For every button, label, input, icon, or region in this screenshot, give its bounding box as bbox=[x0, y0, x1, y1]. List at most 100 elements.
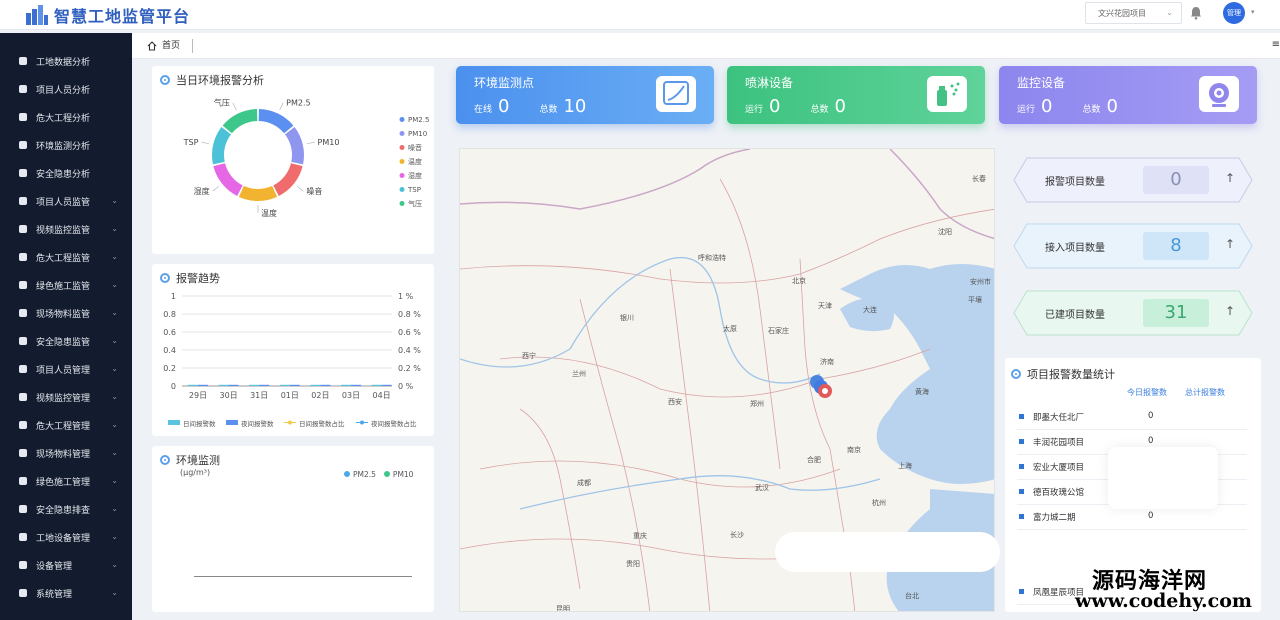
counter-connected-projects[interactable]: 接入项目数量 8 ↑ bbox=[1013, 223, 1253, 269]
sidebar-item[interactable]: 设备管理 ⌄ bbox=[0, 551, 132, 579]
document-icon bbox=[18, 56, 28, 66]
legend-label[interactable]: 噪音 bbox=[408, 143, 422, 152]
sidebar: 工地数据分析 项目人员分析 危大工程分析 环境监测分析 安全隐患分析 项目人员监管 ⌄ 视频监… bbox=[0, 33, 132, 620]
panel-title: 项目报警数量统计 bbox=[1011, 366, 1115, 382]
alarm-count: 0 bbox=[1148, 411, 1154, 421]
tab-total-alarms[interactable]: 总计报警数 bbox=[1185, 387, 1225, 398]
donut-slice[interactable] bbox=[285, 127, 304, 165]
sidebar-item[interactable]: 绿色施工管理 ⌄ bbox=[0, 467, 132, 495]
donut-slice[interactable] bbox=[238, 185, 278, 201]
sidebar-item[interactable]: 危大工程管理 ⌄ bbox=[0, 411, 132, 439]
legend-label[interactable]: 日间报警数占比 bbox=[299, 419, 345, 428]
counter-built-projects[interactable]: 已建项目数量 31 ↑ bbox=[1013, 290, 1253, 336]
sidebar-item[interactable]: 视频监控监管 ⌄ bbox=[0, 215, 132, 243]
legend-label[interactable]: TSP bbox=[407, 186, 421, 194]
sidebar-item[interactable]: 绿色施工监管 ⌄ bbox=[0, 271, 132, 299]
sidebar-item[interactable]: 工地设备管理 ⌄ bbox=[0, 523, 132, 551]
sidebar-item[interactable]: 系统管理 ⌄ bbox=[0, 579, 132, 607]
chevron-down-icon: ⌄ bbox=[111, 504, 118, 513]
sidebar-item[interactable]: 项目人员管理 ⌄ bbox=[0, 355, 132, 383]
legend-label[interactable]: 温度 bbox=[408, 157, 422, 166]
legend-label[interactable]: 气压 bbox=[408, 199, 422, 208]
users-icon bbox=[18, 504, 28, 514]
project-name: 即墨大任北厂 bbox=[1033, 413, 1085, 423]
bar[interactable] bbox=[371, 384, 382, 386]
bar[interactable] bbox=[218, 384, 229, 386]
panel-title: 环境监测 bbox=[160, 452, 220, 468]
arrow-up-icon: ↑ bbox=[1225, 171, 1236, 185]
donut-slice[interactable] bbox=[212, 127, 231, 165]
legend-label[interactable]: 湿度 bbox=[408, 171, 422, 180]
legend-label[interactable]: 日间报警数 bbox=[183, 419, 216, 428]
map-city-label: 南京 bbox=[847, 446, 861, 454]
bar[interactable] bbox=[198, 384, 208, 386]
map-city-label: 郑州 bbox=[750, 400, 764, 408]
tab-menu-icon[interactable]: ≡ bbox=[1272, 39, 1280, 50]
sidebar-item[interactable]: 安全隐患监管 ⌄ bbox=[0, 327, 132, 355]
sidebar-item[interactable]: 安全隐患排查 ⌄ bbox=[0, 495, 132, 523]
map-city-label: 沈阳 bbox=[938, 228, 952, 236]
bar[interactable] bbox=[289, 384, 300, 386]
map-city-label: 长沙 bbox=[730, 531, 744, 539]
env-monitor-unit: (μg/m³) bbox=[180, 468, 211, 477]
brand[interactable]: 智慧工地监管平台 bbox=[26, 3, 190, 27]
slice-label: 气压 bbox=[214, 98, 230, 108]
sidebar-item[interactable]: 工地数据分析 bbox=[0, 47, 132, 75]
bar[interactable] bbox=[188, 384, 198, 386]
stat-card-sprinkler[interactable]: 喷淋设备 运行 0 总数 0 bbox=[727, 66, 985, 124]
sidebar-item[interactable]: 视频监控管理 ⌄ bbox=[0, 383, 132, 411]
user-icon bbox=[18, 84, 28, 94]
tab-today-alarms[interactable]: 今日报警数 bbox=[1127, 387, 1167, 398]
camera-icon bbox=[18, 392, 28, 402]
legend-label[interactable]: 夜间报警数 bbox=[241, 419, 274, 428]
map-city-label: 大连 bbox=[863, 306, 877, 314]
bar[interactable] bbox=[259, 384, 270, 386]
y2-tick-label: 0.4 % bbox=[398, 346, 421, 355]
avatar[interactable]: 管理 bbox=[1223, 2, 1245, 24]
bar[interactable] bbox=[310, 384, 321, 386]
stat-card-env-points[interactable]: 环境监测点 在线 0 总数 10 bbox=[456, 66, 714, 124]
chevron-down-icon: ⌄ bbox=[111, 252, 118, 261]
sprinkler-icon bbox=[927, 76, 967, 112]
bar[interactable] bbox=[249, 384, 260, 386]
sidebar-item[interactable]: 危大工程分析 bbox=[0, 103, 132, 131]
slice-label: PM10 bbox=[318, 138, 340, 147]
map-city-label: 太原 bbox=[723, 325, 737, 333]
bar[interactable] bbox=[279, 384, 290, 386]
map-city-label: 武汉 bbox=[755, 484, 769, 492]
sidebar-item[interactable]: 危大工程监管 ⌄ bbox=[0, 243, 132, 271]
tab-bar: 首页 ≡ bbox=[132, 33, 1280, 59]
material-icon bbox=[18, 308, 28, 318]
sidebar-item[interactable]: 项目人员监管 ⌄ bbox=[0, 187, 132, 215]
users-icon bbox=[18, 364, 28, 374]
stat-title: 喷淋设备 bbox=[745, 76, 794, 90]
tab-home[interactable]: 首页 bbox=[144, 38, 186, 54]
project-select[interactable]: 文兴花园项目 ⌄ bbox=[1085, 2, 1182, 24]
donut-slice[interactable] bbox=[258, 109, 294, 134]
donut-slice[interactable] bbox=[213, 163, 243, 197]
slice-label-line bbox=[306, 141, 315, 145]
bar[interactable] bbox=[341, 384, 351, 386]
bar[interactable] bbox=[381, 384, 392, 386]
donut-slice[interactable] bbox=[273, 163, 303, 197]
x-tick-label: 03日 bbox=[342, 391, 360, 400]
x-tick-label: 29日 bbox=[189, 391, 207, 400]
bar[interactable] bbox=[320, 384, 331, 386]
list-item[interactable]: 即墨大任北厂 0 bbox=[1017, 405, 1247, 430]
legend-label[interactable]: PM2.5 bbox=[408, 116, 429, 124]
sidebar-item[interactable]: 安全隐患分析 bbox=[0, 159, 132, 187]
counter-alarm-projects[interactable]: 报警项目数量 0 ↑ bbox=[1013, 157, 1253, 203]
sidebar-item[interactable]: 环境监测分析 bbox=[0, 131, 132, 159]
bar[interactable] bbox=[228, 384, 239, 386]
user-menu-caret-icon[interactable]: ▾ bbox=[1251, 8, 1255, 16]
x-tick-label: 02日 bbox=[311, 391, 329, 400]
legend-label[interactable]: PM10 bbox=[408, 130, 427, 138]
legend-label[interactable]: 夜间报警数占比 bbox=[371, 419, 417, 428]
bell-icon[interactable] bbox=[1190, 6, 1202, 20]
stat-card-monitor[interactable]: 监控设备 运行 0 总数 0 bbox=[999, 66, 1257, 124]
sidebar-item[interactable]: 现场物料管理 ⌄ bbox=[0, 439, 132, 467]
sidebar-item[interactable]: 现场物料监管 ⌄ bbox=[0, 299, 132, 327]
bar[interactable] bbox=[351, 384, 361, 386]
sidebar-item[interactable]: 项目人员分析 bbox=[0, 75, 132, 103]
donut-slice[interactable] bbox=[222, 109, 258, 134]
